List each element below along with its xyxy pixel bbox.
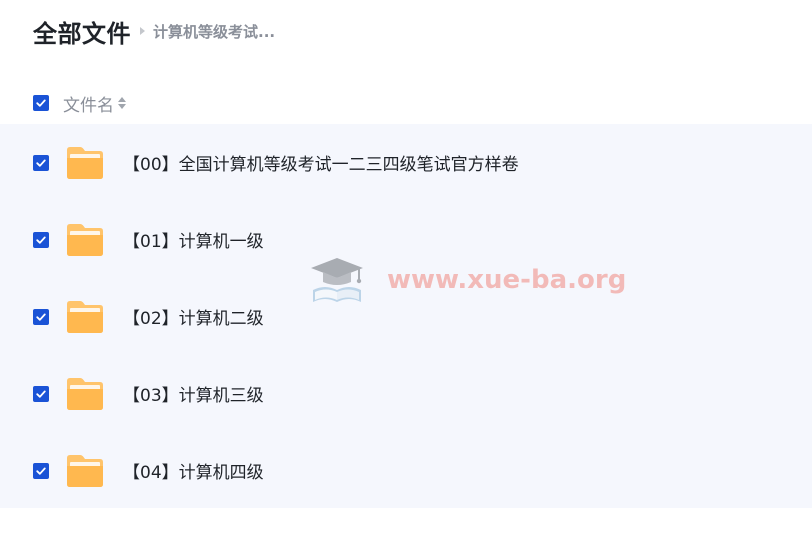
chevron-right-icon — [140, 27, 145, 35]
folder-icon — [65, 453, 105, 489]
row-checkbox[interactable] — [33, 462, 49, 479]
watermark-text: www.xue-ba.org — [387, 265, 627, 295]
check-icon — [36, 313, 46, 321]
file-name[interactable]: 【04】计算机四级 — [123, 458, 264, 483]
watermark: www.xue-ba.org — [305, 250, 626, 310]
list-item[interactable]: 【00】全国计算机等级考试一二三四级笔试官方样卷 — [0, 124, 812, 201]
select-all-checkbox[interactable] — [33, 95, 49, 111]
row-checkbox[interactable] — [33, 154, 49, 171]
file-list-page: 全部文件 计算机等级考试... 文件名 【00】全国计算机等级考试一二三四级笔试… — [0, 0, 812, 535]
file-name[interactable]: 【00】全国计算机等级考试一二三四级笔试官方样卷 — [123, 150, 519, 175]
breadcrumb: 全部文件 计算机等级考试... — [33, 14, 275, 48]
folder-icon — [65, 145, 105, 181]
file-name[interactable]: 【03】计算机三级 — [123, 381, 264, 406]
list-item[interactable]: 【04】计算机四级 — [0, 432, 812, 509]
file-name[interactable]: 【02】计算机二级 — [123, 304, 264, 329]
check-icon — [36, 159, 46, 167]
file-name[interactable]: 【01】计算机一级 — [123, 227, 264, 252]
breadcrumb-root[interactable]: 全部文件 — [33, 14, 131, 49]
sort-icon[interactable] — [118, 97, 126, 109]
file-list: 【00】全国计算机等级考试一二三四级笔试官方样卷 【01】计算机一级 【02】计… — [0, 124, 812, 508]
check-icon — [36, 236, 46, 244]
folder-icon — [65, 299, 105, 335]
check-icon — [36, 99, 46, 107]
row-checkbox[interactable] — [33, 231, 49, 248]
row-checkbox[interactable] — [33, 308, 49, 325]
list-header: 文件名 — [33, 88, 126, 118]
check-icon — [36, 390, 46, 398]
row-checkbox[interactable] — [33, 385, 49, 402]
breadcrumb-current: 计算机等级考试... — [153, 22, 276, 41]
check-icon — [36, 467, 46, 475]
folder-icon — [65, 222, 105, 258]
graduation-cap-icon — [311, 258, 363, 302]
folder-icon — [65, 376, 105, 412]
column-header-filename[interactable]: 文件名 — [63, 91, 114, 116]
list-item[interactable]: 【03】计算机三级 — [0, 355, 812, 432]
